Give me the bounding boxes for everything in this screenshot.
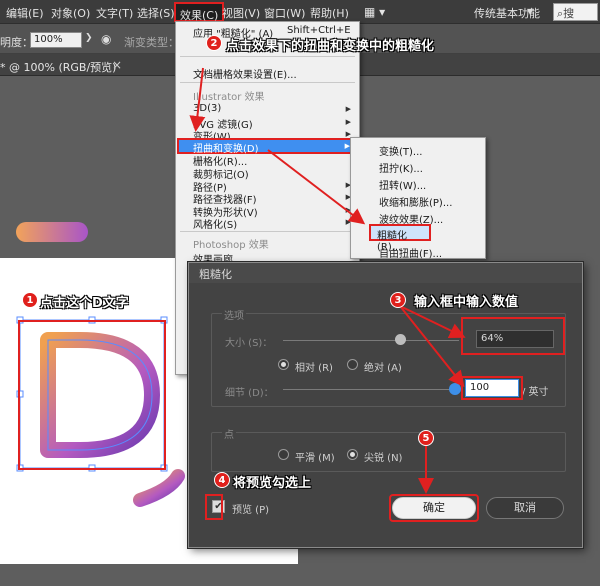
step-3-badge: 3 — [390, 292, 406, 308]
step-2-text: 点击效果下的扭曲和变换中的粗糙化 — [226, 39, 435, 54]
step-1-badge: 1 — [22, 292, 38, 308]
step-4-badge: 4 — [214, 472, 230, 488]
step-3-text: 输入框中输入数值 — [414, 295, 519, 310]
step-1-text: 点击这个D文字 — [40, 296, 129, 311]
step-5-badge: 5 — [418, 430, 434, 446]
step-4-text: 将预览勾选上 — [233, 476, 312, 491]
step-2-badge: 2 — [206, 35, 222, 51]
